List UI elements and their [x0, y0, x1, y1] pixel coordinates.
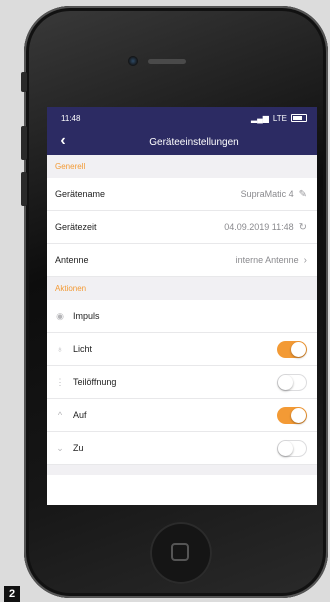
setting-row-device-name[interactable]: Gerätename SupraMatic 4 ✎ [47, 178, 317, 211]
setting-label: Gerätezeit [55, 222, 97, 232]
action-label: Zu [73, 443, 84, 453]
action-label: Impuls [73, 311, 100, 321]
earpiece-speaker [148, 59, 186, 64]
pencil-icon[interactable]: ✎ [299, 189, 307, 200]
light-toggle[interactable] [277, 340, 307, 358]
chevron-up-icon: ^ [57, 410, 63, 420]
figure-number-badge: 2 [4, 586, 20, 602]
network-label: LTE [272, 113, 287, 123]
setting-row-antenna[interactable]: Antenne interne Antenne › [47, 244, 317, 277]
setting-row-device-time[interactable]: Gerätezeit 04.09.2019 11:48 ↻ [47, 211, 317, 244]
section-header-actions: Aktionen [47, 277, 317, 300]
volume-down-button [21, 172, 27, 206]
bulb-icon: ♁ [56, 344, 64, 354]
page-title: Geräteeinstellungen [149, 136, 239, 148]
setting-value: 04.09.2019 11:48 [224, 222, 294, 232]
setting-value: interne Antenne [235, 255, 299, 265]
volume-up-button [21, 126, 27, 160]
close-toggle[interactable] [277, 439, 307, 457]
signal-icon: ▂▄▆ [250, 113, 269, 123]
phone-screen: 11:48 ▂▄▆ LTE ‹ Geräteeinstellungen Gene… [47, 107, 317, 505]
setting-label: Antenne [55, 255, 89, 265]
action-row-open: ^ Auf [47, 399, 317, 432]
chevron-left-icon: ‹ [60, 132, 66, 149]
action-label: Teilöffnung [73, 377, 117, 387]
next-section-header [47, 465, 317, 475]
setting-label: Gerätename [55, 189, 106, 199]
home-square-icon [171, 543, 189, 561]
chevron-down-icon: ⌄ [56, 442, 64, 453]
open-toggle[interactable] [277, 406, 307, 424]
action-label: Licht [73, 344, 93, 354]
mute-switch [21, 72, 27, 92]
section-header-general: Generell [47, 155, 317, 178]
back-button[interactable]: ‹ [55, 132, 71, 150]
setting-value: SupraMatic 4 [240, 189, 294, 199]
chevron-right-icon: › [303, 254, 307, 266]
partial-open-toggle[interactable] [277, 373, 307, 391]
status-bar: 11:48 ▂▄▆ LTE [47, 107, 317, 129]
impulse-icon: ◉ [56, 310, 64, 321]
refresh-icon[interactable]: ↻ [299, 222, 307, 233]
action-row-light: ♁ Licht [47, 333, 317, 366]
battery-icon [291, 114, 307, 122]
partial-open-icon: ⋮ [55, 376, 65, 387]
front-camera [128, 56, 138, 66]
nav-bar: ‹ Geräteeinstellungen [47, 129, 317, 155]
action-label: Auf [73, 410, 87, 420]
status-time: 11:48 [61, 113, 81, 123]
action-row-impulse[interactable]: ◉ Impuls [47, 300, 317, 333]
action-row-close: ⌄ Zu [47, 432, 317, 465]
action-row-partial-open: ⋮ Teilöffnung [47, 366, 317, 399]
home-button[interactable] [150, 522, 212, 584]
